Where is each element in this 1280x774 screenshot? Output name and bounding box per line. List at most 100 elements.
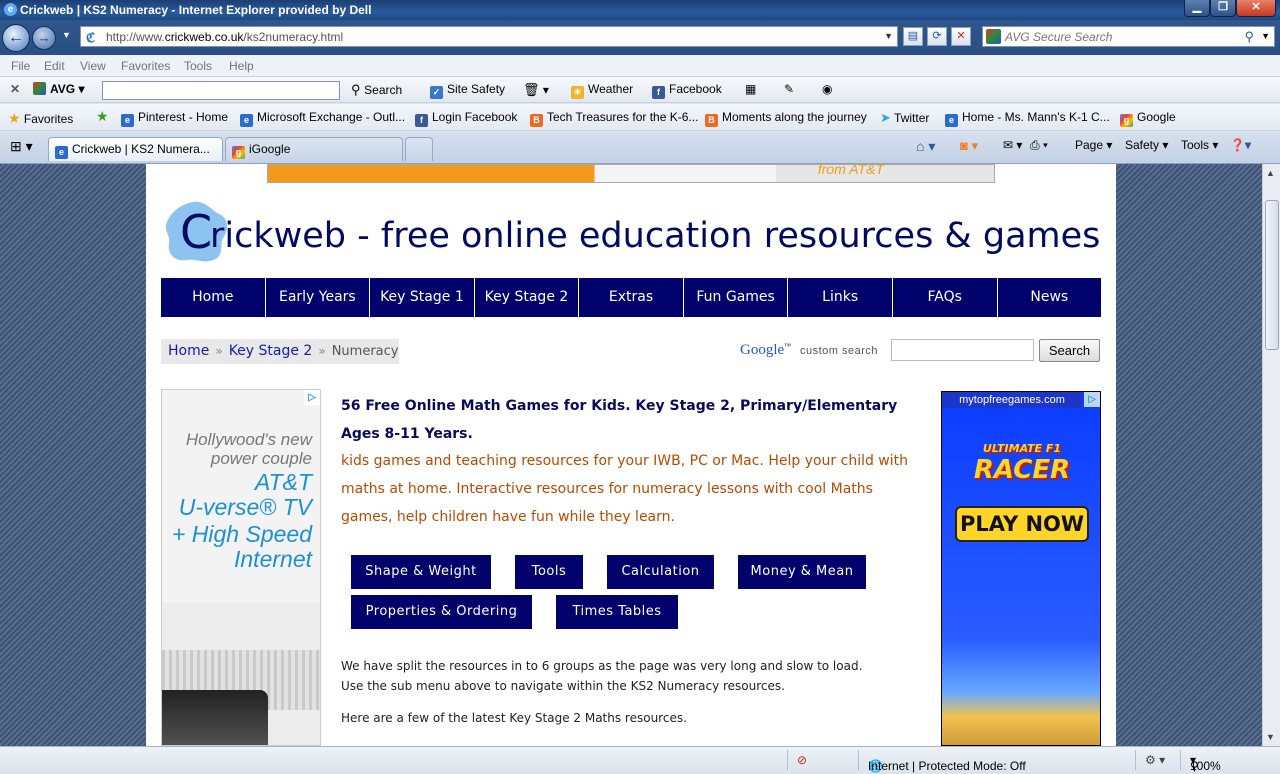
snapshot-icon[interactable]: ◉ <box>822 82 832 96</box>
tab-crickweb[interactable]: e Crickweb | KS2 Numera... <box>48 137 223 161</box>
mail-icon[interactable]: ✉ ▾ <box>1003 138 1022 152</box>
favorites-button[interactable]: ★ Favorites <box>8 110 73 127</box>
blogger-icon: B <box>530 114 543 127</box>
info-paragraph: We have split the resources in to 6 grou… <box>341 659 863 693</box>
fav-pinterest[interactable]: e Pinterest - Home <box>121 110 228 127</box>
menu-favorites[interactable]: Favorites <box>121 59 170 73</box>
facebook-icon: f <box>415 114 428 127</box>
ie-page-icon: e <box>55 146 68 159</box>
vertical-scrollbar[interactable]: ▲ ▼ <box>1262 164 1280 746</box>
play-now-button[interactable]: PLAY NOW <box>955 506 1089 542</box>
nav-home[interactable]: Home <box>161 278 266 317</box>
stop-icon[interactable]: ✕ <box>951 27 971 46</box>
menu-file[interactable]: File <box>11 59 30 73</box>
sub-shape-weight-button[interactable]: Shape & Weight <box>351 555 491 589</box>
sub-calculation-button[interactable]: Calculation <box>607 555 714 589</box>
site-search-button[interactable]: Search <box>1039 339 1100 362</box>
avg-search-box[interactable]: AVG Secure Search ⚲ ▼ <box>982 26 1275 47</box>
facebook-button[interactable]: f Facebook <box>652 82 722 99</box>
quick-tabs-icon[interactable]: ⊞ ▾ <box>10 138 33 155</box>
google-icon: g <box>232 146 245 159</box>
nav-extras[interactable]: Extras <box>579 278 684 317</box>
tab-igoogle[interactable]: g iGoogle <box>225 137 403 161</box>
nav-fun-games[interactable]: Fun Games <box>684 278 789 317</box>
page-heading: 56 Free Online Math Games for Kids. Key … <box>341 398 898 442</box>
ad-choices-icon[interactable]: ▷ <box>1084 392 1100 407</box>
ad-couple-photo <box>162 690 268 745</box>
search-placeholder: AVG Secure Search <box>1005 30 1113 44</box>
search-icon[interactable]: ⚲ <box>1244 29 1254 45</box>
print-icon[interactable]: ⎙ ▾ <box>1030 138 1048 153</box>
page-menu[interactable]: Page ▾ <box>1075 138 1112 152</box>
nav-early-years[interactable]: Early Years <box>266 278 371 317</box>
fav-facebook[interactable]: f Login Facebook <box>415 110 517 127</box>
tools-menu[interactable]: Tools ▾ <box>1181 138 1218 152</box>
fav-twitter[interactable]: ➤ Twitter <box>880 110 929 126</box>
top-banner-ad[interactable]: from AT&T <box>267 161 995 183</box>
avg-toolbar-search-input[interactable] <box>102 81 340 100</box>
forward-button[interactable]: → <box>32 26 56 50</box>
status-divider <box>1180 750 1181 770</box>
trash-button[interactable]: 🗑 ▾ <box>523 82 549 98</box>
fav-exchange[interactable]: e Microsoft Exchange - Outl... <box>240 110 405 127</box>
compatibility-view-icon[interactable]: ▤ <box>903 27 923 46</box>
google-logo: Google™ <box>740 342 792 358</box>
fav-ms-mann[interactable]: e Home - Ms. Mann's K-1 C... <box>945 110 1110 127</box>
menu-tools[interactable]: Tools <box>184 59 212 73</box>
site-search-input[interactable] <box>891 339 1034 361</box>
search-dropdown-icon[interactable]: ▼ <box>1261 31 1270 41</box>
toolbar-close-icon[interactable]: ✕ <box>10 82 20 96</box>
privacy-icon[interactable]: ⊘ <box>797 753 807 767</box>
new-tab-button[interactable] <box>405 137 433 161</box>
safety-menu[interactable]: Safety ▾ <box>1125 138 1168 152</box>
notepad-icon[interactable]: ✎ <box>784 82 794 96</box>
nav-key-stage-1[interactable]: Key Stage 1 <box>370 278 475 317</box>
feeds-icon[interactable]: ◙ ▾ <box>960 138 978 154</box>
menu-help[interactable]: Help <box>229 59 254 73</box>
sub-money-mean-button[interactable]: Money & Mean <box>738 555 866 589</box>
left-ad-att[interactable]: ▷ Hollywood's new power couple AT&T U-ve… <box>161 389 321 746</box>
back-button[interactable]: ← <box>2 24 30 52</box>
scroll-thumb[interactable] <box>1265 200 1279 350</box>
fav-google[interactable]: g Google <box>1120 110 1176 127</box>
status-settings-icon[interactable]: ⚙ ▾ <box>1145 753 1165 767</box>
history-dropdown-icon[interactable]: ▼ <box>62 30 71 40</box>
avg-menu[interactable]: AVG ▾ <box>33 82 84 96</box>
menu-bar: File Edit View Favorites Tools Help <box>0 55 1280 77</box>
breadcrumb-home[interactable]: Home <box>168 343 209 359</box>
status-bar: ⊘ 🌐 Internet | Protected Mode: Off ⚙ ▾ ⚲… <box>0 746 1280 774</box>
fav-tech-treasures[interactable]: B Tech Treasures for the K-6... <box>530 110 698 127</box>
minimize-button[interactable]: ▁ <box>1184 0 1210 17</box>
avg-search-button[interactable]: ⚲ Search <box>351 82 402 98</box>
zoom-level[interactable]: ⚲ 100% ▾ <box>1190 753 1221 773</box>
address-bar[interactable]: ℭ http://www.crickweb.co.uk/ks2numeracy.… <box>80 26 898 47</box>
right-ad-game[interactable]: mytopfreegames.com ▷ ULTIMATE F1 RACER PL… <box>941 391 1101 746</box>
sub-properties-ordering-button[interactable]: Properties & Ordering <box>351 595 532 629</box>
nav-faqs[interactable]: FAQs <box>893 278 998 317</box>
breadcrumb-ks2[interactable]: Key Stage 2 <box>229 343 313 359</box>
star-icon: ★ <box>8 110 21 126</box>
help-icon[interactable]: ❓▾ <box>1230 138 1251 152</box>
nav-news[interactable]: News <box>998 278 1102 317</box>
address-dropdown-icon[interactable]: ▼ <box>884 31 893 41</box>
menu-edit[interactable]: Edit <box>44 59 65 73</box>
sub-times-tables-button[interactable]: Times Tables <box>556 595 678 629</box>
add-to-favorites-icon[interactable]: ★ <box>96 108 109 125</box>
calculator-icon[interactable]: ▦ <box>745 82 756 96</box>
ad-choices-icon[interactable]: ▷ <box>304 390 320 405</box>
scroll-up-icon[interactable]: ▲ <box>1266 168 1275 178</box>
nav-links[interactable]: Links <box>788 278 893 317</box>
latest-resources-text: Here are a few of the latest Key Stage 2… <box>341 711 687 725</box>
fav-moments[interactable]: B Moments along the journey <box>705 110 867 127</box>
menu-view[interactable]: View <box>80 59 106 73</box>
maximize-button[interactable]: ❐ <box>1210 0 1236 17</box>
refresh-icon[interactable]: ⟳ <box>927 27 947 46</box>
site-safety-button[interactable]: ✓ Site Safety <box>430 82 505 99</box>
nav-key-stage-2[interactable]: Key Stage 2 <box>475 278 580 317</box>
home-icon[interactable]: ⌂ ▾ <box>916 138 935 155</box>
close-window-button[interactable]: ✕ <box>1236 0 1276 17</box>
sub-tools-button[interactable]: Tools <box>515 555 583 589</box>
scroll-down-icon[interactable]: ▼ <box>1266 732 1275 742</box>
main-nav: Home Early Years Key Stage 1 Key Stage 2… <box>161 278 1101 317</box>
weather-button[interactable]: ☀ Weather <box>571 82 633 99</box>
